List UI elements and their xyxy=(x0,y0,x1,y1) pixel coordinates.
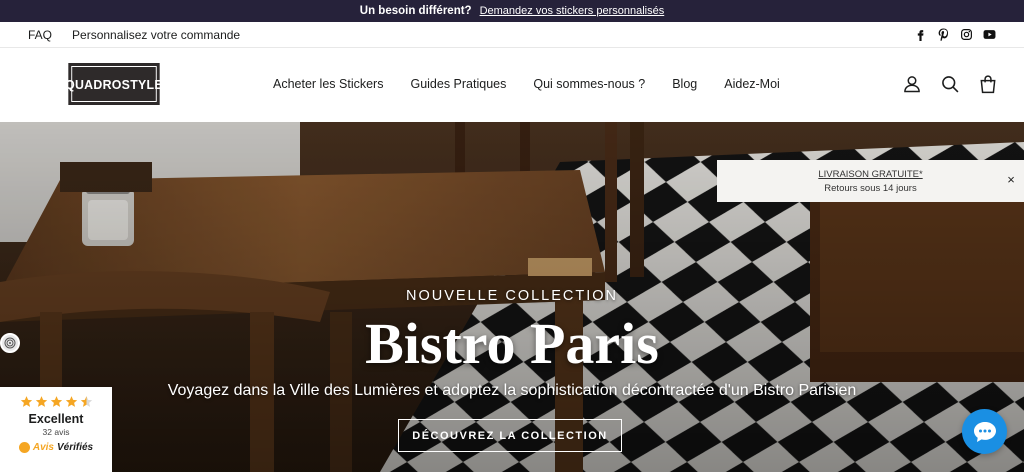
faq-link[interactable]: FAQ xyxy=(28,28,52,42)
avis-verifies-logo: Avis Vérifiés xyxy=(0,442,112,453)
shipping-popup: LIVRAISON GRATUITE* Retours sous 14 jour… xyxy=(717,160,1024,202)
star-icon xyxy=(20,396,32,407)
social-links xyxy=(914,28,996,41)
nav-item-about[interactable]: Qui sommes-nous ? xyxy=(533,77,645,91)
announcement-lead: Un besoin différent? xyxy=(359,5,472,17)
pinterest-icon[interactable] xyxy=(937,28,950,41)
half-star-icon xyxy=(80,396,92,407)
nav-item-guides[interactable]: Guides Pratiques xyxy=(410,77,506,91)
cart-icon[interactable] xyxy=(978,74,998,94)
discover-collection-button[interactable]: DÉCOUVREZ LA COLLECTION xyxy=(398,419,622,452)
reviews-badge[interactable]: Excellent 32 avis Avis Vérifiés xyxy=(0,387,112,472)
main-nav: Acheter les Stickers Guides Pratiques Qu… xyxy=(273,48,780,120)
nav-item-help[interactable]: Aidez-Moi xyxy=(724,77,780,91)
star-icon xyxy=(35,396,47,407)
quadrostyle-logo[interactable]: QUADROSTYLE xyxy=(65,63,163,105)
custom-stickers-link[interactable]: Demandez vos stickers personnalisés xyxy=(480,5,665,17)
star-icon xyxy=(50,396,62,407)
fingerprint-icon[interactable] xyxy=(0,333,20,353)
star-icon xyxy=(65,396,77,407)
hero-subtitle: Voyagez dans la Ville des Lumières et ad… xyxy=(167,382,857,399)
review-count: 32 avis xyxy=(42,427,70,437)
facebook-icon[interactable] xyxy=(914,28,927,41)
nav-item-buy-stickers[interactable]: Acheter les Stickers xyxy=(273,77,383,91)
nav-item-blog[interactable]: Blog xyxy=(672,77,697,91)
chat-icon xyxy=(973,421,996,442)
utility-links: FAQ Personnalisez votre commande xyxy=(28,28,240,42)
site-header: QUADROSTYLE Acheter les Stickers Guides … xyxy=(0,48,1024,120)
hero-title: Bistro Paris xyxy=(365,311,659,376)
chat-button[interactable] xyxy=(962,409,1007,454)
brand-part-avis: Avis xyxy=(32,442,54,453)
returns-text: Retours sous 14 jours xyxy=(824,183,917,194)
customize-order-link[interactable]: Personnalisez votre commande xyxy=(72,28,240,42)
close-icon[interactable]: × xyxy=(1004,173,1018,187)
announcement-bar: Un besoin différent? Demandez vos sticke… xyxy=(0,0,1024,22)
free-shipping-link[interactable]: LIVRAISON GRATUITE* xyxy=(717,168,1024,182)
account-icon[interactable] xyxy=(902,74,922,94)
utility-bar: FAQ Personnalisez votre commande xyxy=(0,22,1024,48)
brand-part-verifies: Vérifiés xyxy=(56,442,94,453)
youtube-icon[interactable] xyxy=(983,28,996,41)
header-icons xyxy=(902,48,998,120)
search-icon[interactable] xyxy=(940,74,960,94)
instagram-icon[interactable] xyxy=(960,28,973,41)
avis-verifies-icon xyxy=(18,442,30,453)
star-rating xyxy=(0,395,112,408)
rating-label: Excellent xyxy=(28,412,84,426)
hero-eyebrow: NOUVELLE COLLECTION xyxy=(405,288,619,304)
